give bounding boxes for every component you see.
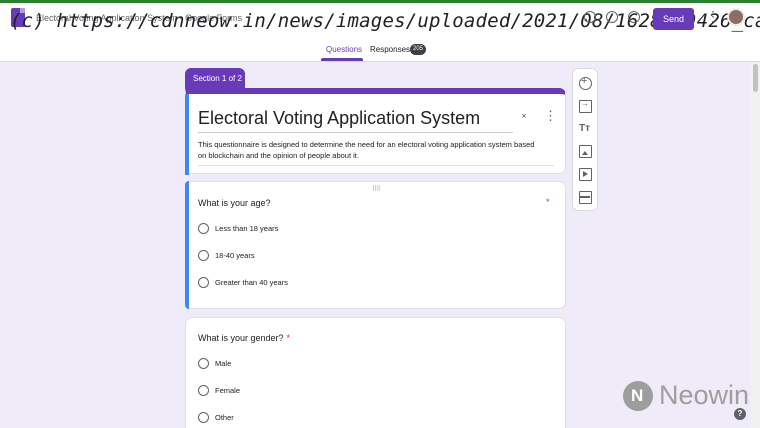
video-icon[interactable] <box>579 168 592 181</box>
form-title[interactable]: Electoral Voting Application System <box>198 108 480 129</box>
active-card-indicator <box>185 181 189 309</box>
radio-option[interactable]: Less than 18 years <box>198 222 278 234</box>
question-text: What is your gender? <box>198 333 284 343</box>
radio-icon[interactable] <box>198 384 209 396</box>
more-vert-icon[interactable]: ⋮ <box>706 9 720 23</box>
required-mark: * <box>546 197 550 207</box>
section-label: Section 1 of 2 <box>185 68 245 90</box>
active-tab-indicator <box>321 58 363 61</box>
radio-option[interactable]: Male <box>198 357 231 369</box>
header-icons <box>584 11 640 23</box>
radio-icon[interactable] <box>198 249 209 261</box>
radio-icon[interactable] <box>198 276 209 288</box>
palette-icon[interactable] <box>584 11 596 23</box>
radio-option[interactable]: Female <box>198 384 240 396</box>
settings-icon[interactable] <box>628 11 640 23</box>
question-title: What is your gender? * <box>198 333 290 343</box>
radio-option[interactable]: Greater than 40 years <box>198 276 288 288</box>
neowin-watermark: Neowin <box>623 380 749 411</box>
scrollbar-thumb[interactable] <box>753 64 758 92</box>
title-underline <box>198 132 513 133</box>
collapse-icon[interactable]: ⌄ ⌃ <box>519 109 529 124</box>
option-label: Greater than 40 years <box>215 277 288 287</box>
avatar[interactable] <box>727 8 745 26</box>
scrollbar[interactable] <box>751 62 760 428</box>
option-label: 18-40 years <box>215 250 255 260</box>
image-icon[interactable] <box>579 145 592 158</box>
question-title: What is your age? <box>198 198 271 208</box>
question-card-age[interactable]: ⠿⠿ What is your age? * Less than 18 year… <box>185 181 566 309</box>
required-mark: * <box>286 333 291 343</box>
form-header-card[interactable]: Electoral Voting Application System ⌄ ⌃ ⋮… <box>185 88 566 175</box>
send-button[interactable]: Send <box>653 8 694 30</box>
section-icon[interactable] <box>579 191 592 204</box>
browser-accent-line <box>0 0 760 3</box>
option-label: Other <box>215 412 234 422</box>
radio-icon[interactable] <box>198 357 209 369</box>
active-card-indicator <box>185 94 189 175</box>
import-questions-icon[interactable] <box>579 99 592 113</box>
neowin-wordmark: Neowin <box>659 380 750 410</box>
radio-icon[interactable] <box>198 411 209 423</box>
floating-toolbar: Tт <box>572 68 598 211</box>
responses-count-badge: 205 <box>410 44 426 55</box>
drag-handle-icon[interactable]: ⠿⠿ <box>372 185 381 193</box>
more-vert-icon[interactable]: ⋮ <box>544 109 557 122</box>
source-url-watermark: (c) https://cdnneow.in/news/images/uploa… <box>10 10 760 32</box>
title-text-icon[interactable]: Tт <box>579 122 592 135</box>
option-label: Male <box>215 358 232 368</box>
tab-questions[interactable]: Questions <box>326 45 362 54</box>
radio-option[interactable]: Other <box>198 411 234 423</box>
add-question-icon[interactable] <box>579 75 592 90</box>
option-label: Less than 18 years <box>215 223 279 233</box>
help-icon[interactable]: ? <box>734 408 746 420</box>
tab-responses[interactable]: Responses <box>370 45 410 54</box>
neowin-logo-icon <box>623 380 653 411</box>
option-label: Female <box>215 385 241 395</box>
description-underline <box>198 165 554 166</box>
form-description[interactable]: This questionnaire is designed to determ… <box>198 140 538 161</box>
app-header: Electoral Voting Application System - Go… <box>0 0 760 62</box>
radio-option[interactable]: 18-40 years <box>198 249 255 261</box>
question-card-gender[interactable]: What is your gender? * Male Female Other <box>185 317 566 428</box>
preview-icon[interactable] <box>606 11 618 23</box>
radio-icon[interactable] <box>198 222 209 234</box>
